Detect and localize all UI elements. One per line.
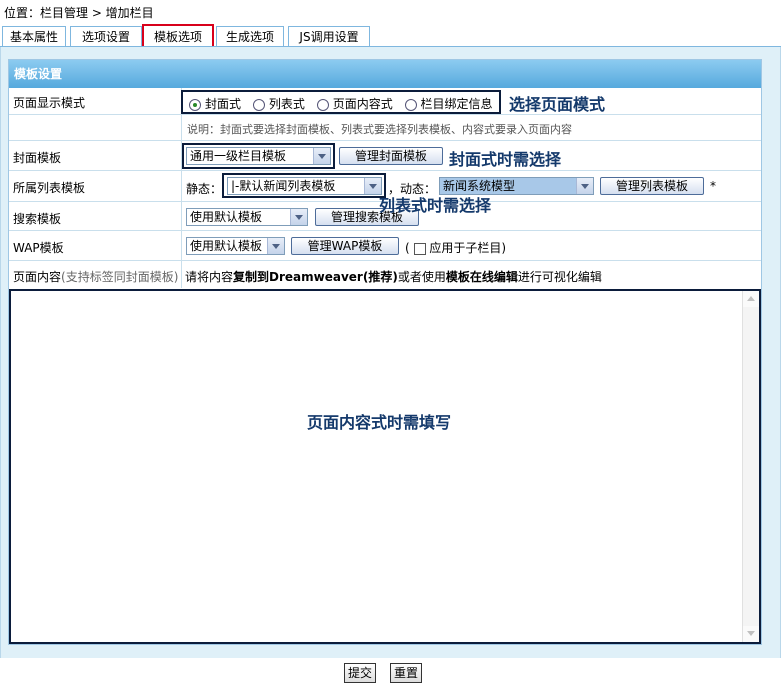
breadcrumb: 位置：栏目管理 > 增加栏目 <box>4 6 154 20</box>
cover-template-value: 通用一级栏目模板 <box>190 149 287 163</box>
search-template-select[interactable]: 使用默认模板 <box>186 208 308 226</box>
cover-template-row: 封面模板 通用一级栏目模板 管理封面模板 封面式时需选择 <box>9 141 761 171</box>
chevron-down-icon <box>576 178 593 194</box>
radio-bind-info-label: 栏目绑定信息 <box>420 97 493 111</box>
radio-list-label: 列表式 <box>268 97 305 111</box>
hint-mid: 或者使用 <box>397 270 446 284</box>
manage-wap-button[interactable]: 管理WAP模板 <box>291 237 399 255</box>
paren-open: ( <box>405 241 410 255</box>
tab-options[interactable]: 选项设置 <box>70 26 142 46</box>
section-title: 模板设置 <box>9 60 761 88</box>
dreamweaver-link[interactable]: 复制到Dreamweaver(推荐) <box>233 270 398 284</box>
content-panel: 模板设置 页面显示模式 封面式 列表式 页面内容式 栏目绑定信息 选择页面模式 … <box>0 47 781 658</box>
hint-prefix: 请将内容 <box>185 270 234 284</box>
list-template-label: 所属列表模板 <box>13 181 86 195</box>
page-content-row: 页面内容(支持标签同封面模板) 请将内容复制到Dreamweaver(推荐)或者… <box>9 261 761 289</box>
static-list-select[interactable]: |-默认新闻列表模板 <box>227 177 382 195</box>
radio-dot-icon <box>404 98 417 111</box>
search-template-label: 搜索模板 <box>13 212 62 226</box>
radio-dot-icon <box>252 98 265 111</box>
manage-cover-button[interactable]: 管理封面模板 <box>339 147 443 165</box>
wap-template-select[interactable]: 使用默认模板 <box>186 237 285 255</box>
apply-sub-label: 应用于子栏目) <box>429 241 507 255</box>
radio-dot-icon <box>316 98 329 111</box>
template-settings-box: 模板设置 页面显示模式 封面式 列表式 页面内容式 栏目绑定信息 选择页面模式 … <box>8 59 762 645</box>
chevron-down-icon <box>267 238 284 254</box>
cover-template-select[interactable]: 通用一级栏目模板 <box>186 147 331 165</box>
page-content-label: 页面内容 <box>13 270 62 284</box>
page-mode-note-row: 说明：封面式要选择封面模板、列表式要选择列表模板、内容式要录入页面内容 <box>9 115 761 141</box>
page-content-label-group: 页面内容(支持标签同封面模板) <box>13 268 178 285</box>
chevron-down-icon <box>290 209 307 225</box>
hint-suffix: 进行可视化编辑 <box>517 270 602 284</box>
static-label: 静态： <box>186 182 223 196</box>
radio-cover-label: 封面式 <box>205 97 242 111</box>
manage-list-button[interactable]: 管理列表模板 <box>600 177 704 195</box>
reset-button[interactable]: 重置 <box>390 663 422 683</box>
annotation-list-needed: 列表式时需选择 <box>379 196 492 215</box>
textarea-scrollbar[interactable] <box>742 291 759 642</box>
page-content-hint: 请将内容复制到Dreamweaver(推荐)或者使用模板在线编辑进行可视化编辑 <box>185 268 602 285</box>
wap-template-value: 使用默认模板 <box>190 239 263 253</box>
apply-sub-checkbox[interactable] <box>413 242 426 255</box>
submit-button[interactable]: 提交 <box>344 663 376 683</box>
page-mode-label: 页面显示模式 <box>13 96 86 110</box>
tab-js[interactable]: JS调用设置 <box>288 26 370 46</box>
scroll-up-icon[interactable] <box>743 291 759 307</box>
tab-basic[interactable]: 基本属性 <box>2 26 66 46</box>
annotation-content-needed: 页面内容式时需填写 <box>307 413 452 432</box>
required-mark: * <box>710 179 716 193</box>
tab-template[interactable]: 模板选项 <box>142 24 214 48</box>
scroll-down-icon[interactable] <box>743 626 759 642</box>
tab-bar: 基本属性 选项设置 模板选项 生成选项 JS调用设置 <box>0 24 781 48</box>
radio-page-content[interactable]: 页面内容式 <box>316 97 393 111</box>
search-template-row: 搜索模板 使用默认模板 管理搜索模板 列表式时需选择 <box>9 196 761 231</box>
page-mode-row: 页面显示模式 封面式 列表式 页面内容式 栏目绑定信息 选择页面模式 <box>9 88 761 115</box>
page-content-label-hint: (支持标签同封面模板) <box>61 270 179 284</box>
radio-page-content-label: 页面内容式 <box>332 97 393 111</box>
dynamic-list-value: 新闻系统模型 <box>443 179 516 193</box>
radio-list[interactable]: 列表式 <box>252 97 305 111</box>
page-mode-options: 封面式 列表式 页面内容式 栏目绑定信息 <box>189 95 493 112</box>
online-edit-link[interactable]: 模板在线编辑 <box>446 270 518 284</box>
wap-template-row: WAP模板 使用默认模板 管理WAP模板 ( 应用于子栏目) <box>9 231 761 261</box>
apply-sub-group: ( 应用于子栏目) <box>405 239 506 256</box>
tab-generate[interactable]: 生成选项 <box>216 26 284 46</box>
radio-dot-icon <box>189 98 201 111</box>
cover-template-label: 封面模板 <box>13 151 62 165</box>
search-template-value: 使用默认模板 <box>190 210 263 224</box>
static-list-value: |-默认新闻列表模板 <box>231 179 336 193</box>
radio-bind-info[interactable]: 栏目绑定信息 <box>404 97 493 111</box>
page-content-textarea[interactable]: 页面内容式时需填写 <box>9 289 761 644</box>
page-mode-note: 说明：封面式要选择封面模板、列表式要选择列表模板、内容式要录入页面内容 <box>187 123 572 136</box>
wap-template-label: WAP模板 <box>13 241 64 255</box>
radio-cover[interactable]: 封面式 <box>189 97 241 111</box>
annotation-cover-needed: 封面式时需选择 <box>449 150 562 169</box>
annotation-select-mode: 选择页面模式 <box>509 95 606 114</box>
chevron-down-icon <box>313 148 330 164</box>
